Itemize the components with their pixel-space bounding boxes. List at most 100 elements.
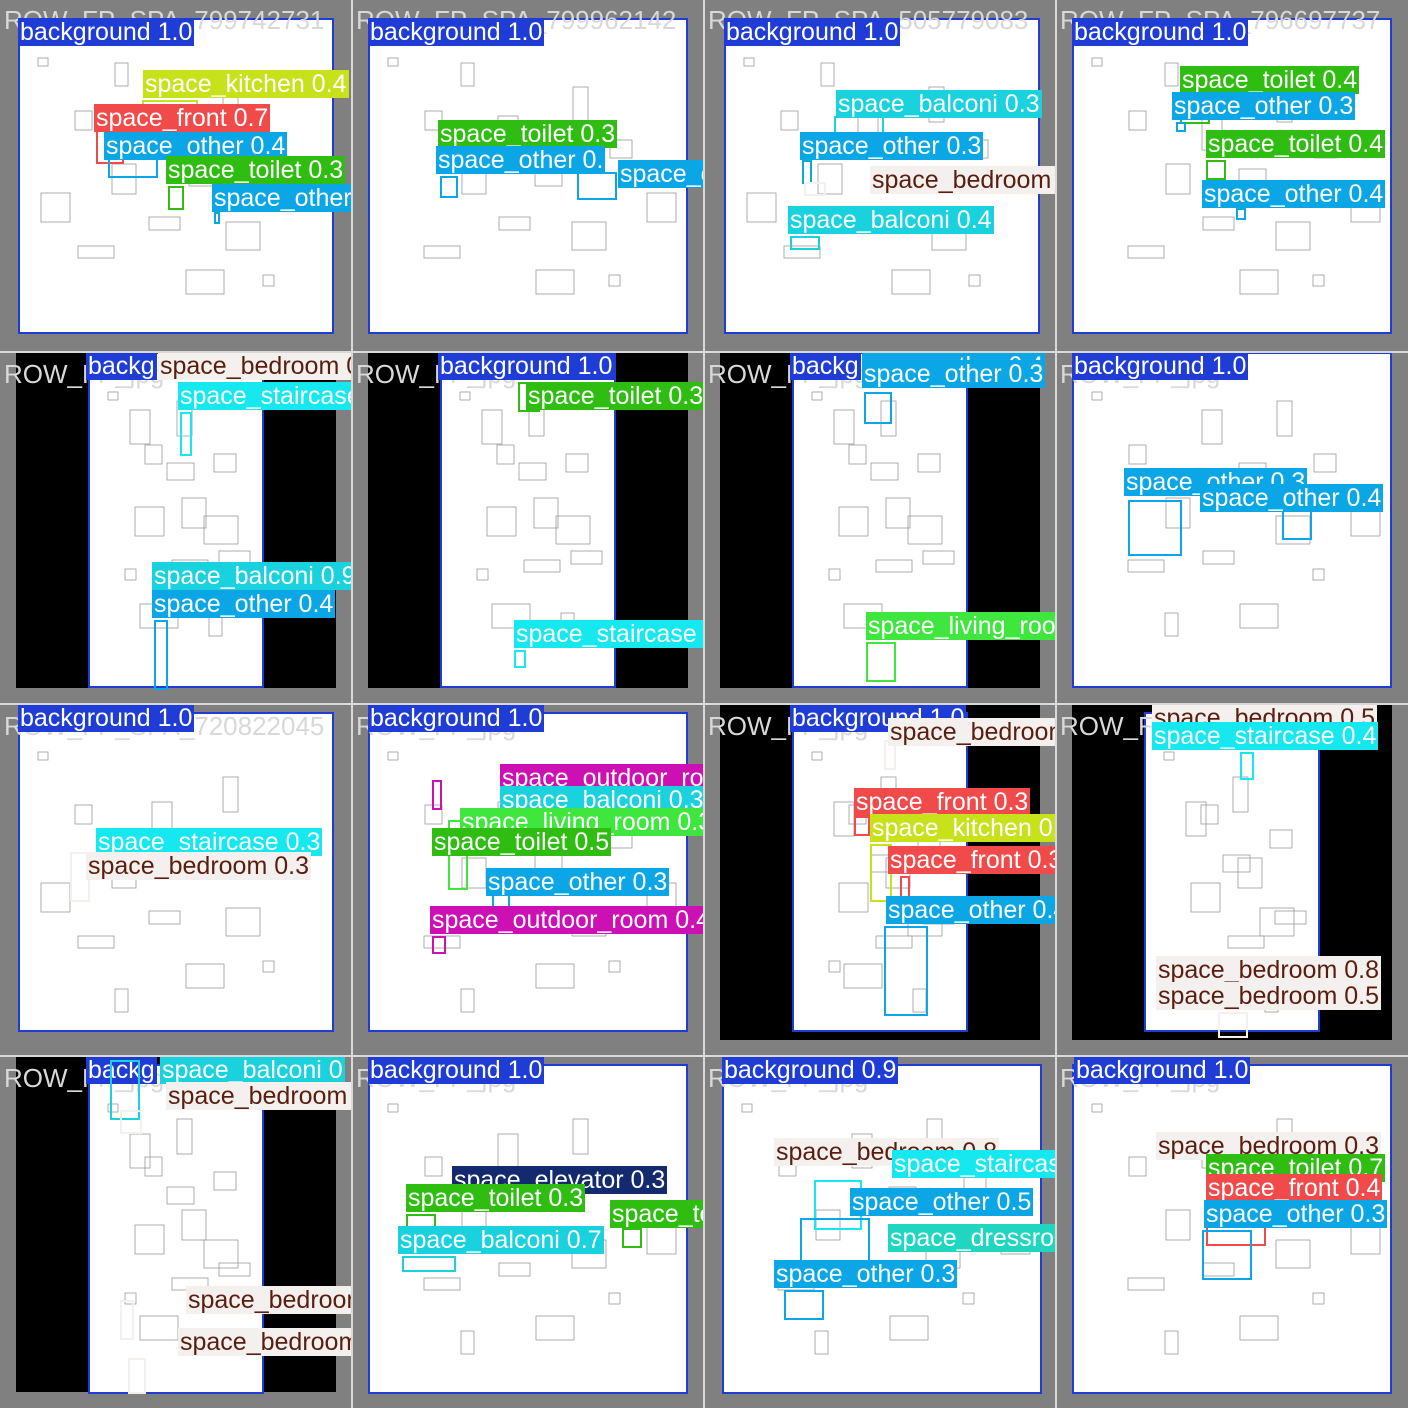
detection-bbox: [790, 236, 820, 250]
detection-label: space_other 0.4: [1200, 484, 1384, 512]
detection-label: space_other 0.3: [862, 360, 1046, 388]
detection-label: space_balconi 0.4: [788, 206, 994, 234]
detection-bbox: [804, 182, 826, 196]
detection-label: backg: [790, 352, 861, 380]
detection-label: space_other 0.3: [1172, 92, 1356, 120]
detection-label: space_front 0.3: [888, 846, 1056, 874]
detection-label: space_balconi 0.9: [152, 562, 352, 590]
detection-bbox: [1128, 500, 1182, 556]
detection-label: space_staircase 0.7: [892, 1150, 1056, 1178]
detection-label: space_toilet: [610, 1200, 704, 1228]
mosaic-tile: ROW_FP_SPA_799742731background 1.0space_…: [0, 0, 352, 352]
mosaic-tile: ROW_FP_jpgbackground 1.0space_bedroom 0.…: [1056, 1056, 1408, 1408]
detection-label: space_bedroom 0.3: [158, 352, 352, 380]
detection-bbox: [514, 650, 526, 668]
detection-label: space_balconi 0.7: [398, 1226, 604, 1254]
detection-bbox: [1240, 752, 1254, 780]
detection-label: space_other 0.3: [486, 868, 670, 896]
detection-label: space_toilet 0.4: [1206, 130, 1386, 158]
detection-label: space_toilet 0.3: [526, 382, 704, 410]
mosaic-tile: ROW_FP_jpg background 1.0 space_toilet 0.3…: [352, 352, 704, 704]
detection-bbox: [854, 816, 870, 836]
detection-bbox: [866, 642, 896, 682]
mosaic-tile: ROW_FP_SPA_796697737background 1.0space_…: [1056, 0, 1408, 352]
mosaic-tile: ROW_FP_jpgbackgspace_bedroom 0.3space_st…: [0, 352, 352, 704]
detection-bbox: [1202, 1230, 1252, 1280]
detection-label: background 1.0: [1074, 1056, 1251, 1084]
detection-label: space_other 0.3: [774, 1260, 958, 1288]
detection-label: space_other 0.4: [152, 590, 336, 618]
detection-bbox: [577, 172, 617, 200]
detection-label: space_kitchen 0.3: [870, 814, 1056, 842]
detection-label: background 1.0: [368, 18, 545, 46]
mosaic-tile: ROW_FP_jpg backg space_balconi 0 space_bedr…: [0, 1056, 352, 1408]
detection-bbox: [120, 1300, 134, 1340]
detection-label: space_staircase 0.3: [514, 620, 704, 648]
detection-label: space_other 0.: [436, 146, 606, 174]
detection-label: space_outdoor_room 0.4: [430, 906, 704, 934]
background-bbox: [1072, 352, 1392, 688]
detection-label: backg: [86, 352, 157, 380]
mosaic-tile: ROW_FP_jpg space_bedroom 0.5 space_stairca…: [1056, 704, 1408, 1056]
detection-bbox: [214, 212, 220, 224]
detection-bbox: [402, 1256, 456, 1272]
detection-label: space_other 0.3: [800, 132, 984, 160]
detection-bbox: [180, 412, 192, 456]
detection-label: space_front 0.4: [1206, 1174, 1383, 1202]
tile-separator: [0, 703, 1408, 705]
detection-label: space_bedroom 0.4: [870, 166, 1056, 194]
detection-bbox: [1176, 122, 1186, 132]
detection-label: space_bedroom 0.3: [888, 718, 1056, 746]
detection-label: space_toilet 0.3: [438, 120, 618, 148]
detection-label: space_bedroom 0.3: [178, 1328, 352, 1356]
detection-bbox: [1236, 208, 1246, 220]
detection-bbox: [802, 160, 812, 184]
detection-bbox: [622, 1228, 642, 1248]
detection-label: space_other 0.4: [886, 896, 1056, 924]
detection-bbox: [432, 936, 446, 954]
detection-label: space_toilet 0.4: [1180, 66, 1360, 94]
detection-label: background 1.0: [368, 1056, 545, 1084]
mosaic-tile: ROW_FP_jpgbackground 0.9space_bedroom 0.…: [704, 1056, 1056, 1408]
detection-label: background 1.0: [724, 18, 901, 46]
mosaic-tile: ROW_FP_jpgbackground 1.0space_elevator 0…: [352, 1056, 704, 1408]
mosaic-tile: ROW_FP_jpgbackground 1.0space_other 0.3s…: [1056, 352, 1408, 704]
detection-label: space_other 0.5: [212, 184, 352, 212]
detection-label: space_other 0.5: [850, 1188, 1034, 1216]
detection-label: space_toilet 0.3: [406, 1184, 586, 1212]
mosaic-tile: ROW_FP_jpgbackground 1.0space_bedroom 0.…: [704, 704, 1056, 1056]
detection-bbox: [432, 780, 442, 810]
detection-label: background 1.0: [18, 704, 195, 732]
mosaic-tile: ROW_FP_jpgbackgspace_other 0.4space_othe…: [704, 352, 1056, 704]
detection-label: space_bedroom 0.3: [86, 852, 311, 880]
detection-bbox: [784, 1290, 824, 1320]
mosaic-tile: ROW_FP_SPA_799962142background 1.0space_…: [352, 0, 704, 352]
detection-bbox: [1218, 1012, 1248, 1038]
detection-bbox: [440, 176, 458, 198]
detection-bbox: [884, 926, 928, 1016]
detection-bbox: [154, 620, 168, 690]
detection-label: background 0.9: [722, 1056, 899, 1084]
detection-label: background 1.0: [368, 704, 545, 732]
detection-label: space_staircase 0.5: [178, 382, 352, 410]
detection-label: space_balconi 0: [160, 1056, 345, 1084]
mosaic-tile: ROW_FP_SPA_720822045background 1.0space_…: [0, 704, 352, 1056]
detection-label: background 1.0: [1072, 18, 1249, 46]
detection-label: space_kitchen 0.4: [143, 70, 349, 98]
mosaic-tile: ROW_FP_jpgbackground 1.0space_outdoor_ro…: [352, 704, 704, 1056]
detection-bbox: [168, 186, 184, 210]
detection-label: space_staircase 0.4: [1152, 722, 1379, 750]
detection-label: space_balconi 0.3: [836, 90, 1042, 118]
detection-label: space_other 0.4: [1202, 180, 1386, 208]
detection-label: space_front 0.7: [94, 104, 271, 132]
detection-bbox: [1206, 160, 1226, 180]
detection-label: space_bedroom 0.5: [1156, 982, 1381, 1010]
detection-label: space_other: [618, 160, 704, 188]
detection-label: background 1.0: [438, 352, 615, 380]
detection-label: space_bedroom 0.8: [1156, 956, 1381, 984]
detection-label: space_living_room 0.3: [866, 612, 1056, 640]
detection-label: background 1.0: [1072, 352, 1249, 380]
detection-label: space_dressroom 0.3: [888, 1224, 1056, 1252]
detection-mosaic: ROW_FP_SPA_799742731background 1.0space_…: [0, 0, 1408, 1408]
detection-label: background 1.0: [18, 18, 195, 46]
